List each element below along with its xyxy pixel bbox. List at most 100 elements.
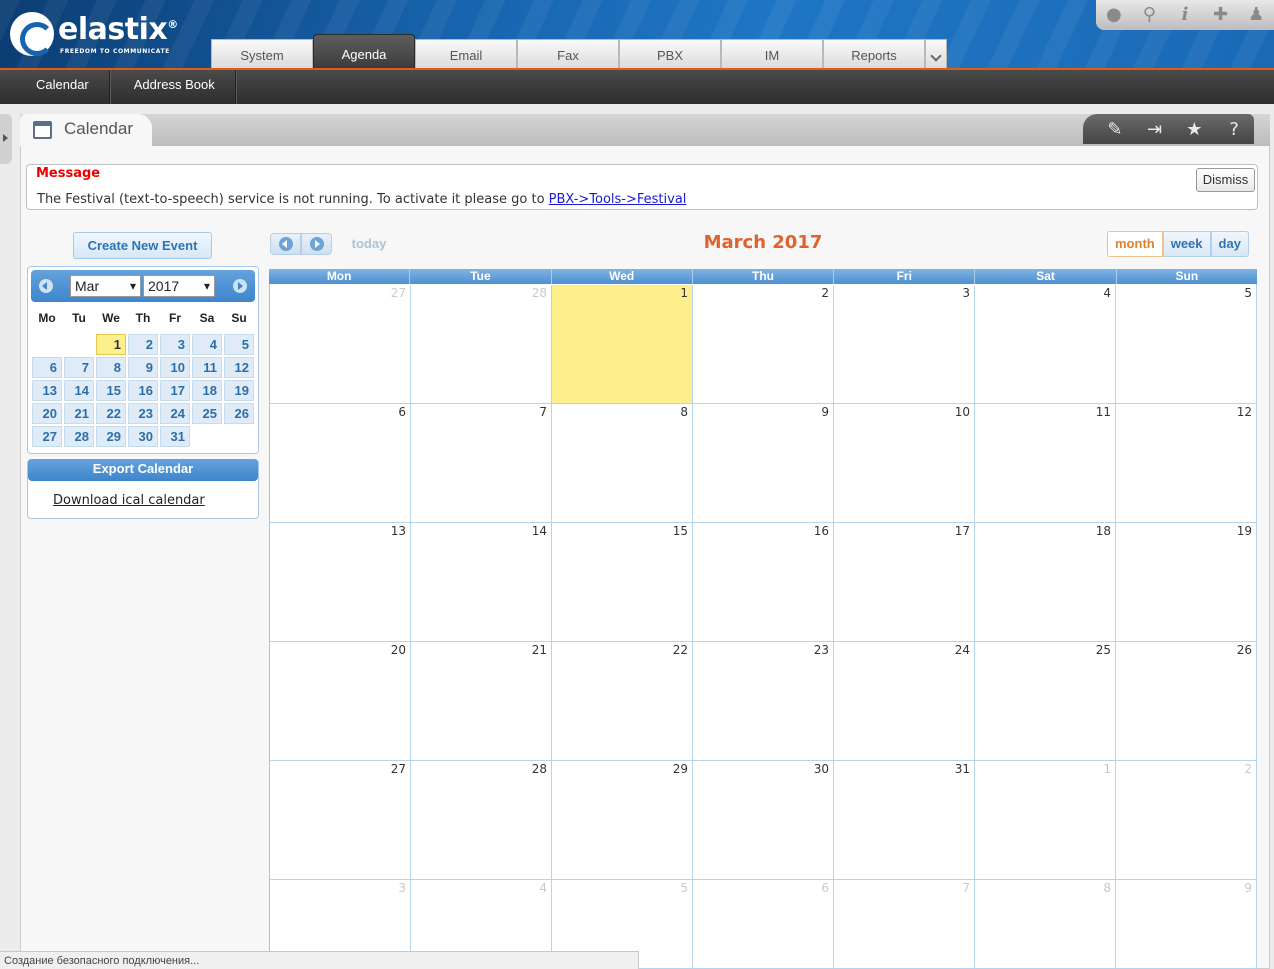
download-ical-link[interactable]: Download ical calendar: [53, 493, 205, 508]
mini-calendar-day[interactable]: 30: [128, 426, 158, 447]
mini-next-month-icon[interactable]: [233, 279, 247, 293]
calendar-day-cell[interactable]: 3: [834, 285, 975, 404]
calendar-day-cell[interactable]: 31: [834, 761, 975, 880]
mini-calendar-day[interactable]: 5: [224, 334, 254, 355]
calendar-day-cell[interactable]: 24: [834, 642, 975, 761]
mini-calendar-day[interactable]: 4: [192, 334, 222, 355]
mini-calendar-day[interactable]: 31: [160, 426, 190, 447]
calendar-day-cell[interactable]: 5: [1116, 285, 1257, 404]
tab-agenda[interactable]: Agenda: [313, 34, 415, 70]
year-select[interactable]: 2017: [143, 275, 215, 297]
mini-calendar-day[interactable]: 17: [160, 380, 190, 401]
calendar-day-cell[interactable]: 23: [693, 642, 834, 761]
mini-calendar-day[interactable]: 10: [160, 357, 190, 378]
mini-calendar-day[interactable]: 18: [192, 380, 222, 401]
create-new-event-button[interactable]: Create New Event: [73, 232, 212, 259]
user-icon[interactable]: ♟: [1243, 2, 1269, 28]
mini-calendar-day[interactable]: 8: [96, 357, 126, 378]
mini-calendar-day[interactable]: 26: [224, 403, 254, 424]
mini-calendar-day[interactable]: 22: [96, 403, 126, 424]
mini-calendar-day[interactable]: 7: [64, 357, 94, 378]
mini-calendar-day[interactable]: 13: [32, 380, 62, 401]
tools-icon[interactable]: ✚: [1208, 2, 1234, 28]
tabs-more-dropdown[interactable]: [925, 39, 947, 70]
help-icon[interactable]: ?: [1221, 119, 1247, 140]
calendar-day-cell[interactable]: 29: [552, 761, 693, 880]
mini-calendar-day[interactable]: 6: [32, 357, 62, 378]
month-select[interactable]: Mar: [70, 275, 141, 297]
mini-calendar-day[interactable]: 29: [96, 426, 126, 447]
calendar-day-cell[interactable]: 27: [270, 761, 411, 880]
mini-calendar-day[interactable]: 24: [160, 403, 190, 424]
calendar-day-cell[interactable]: 1: [975, 761, 1116, 880]
calendar-day-cell[interactable]: 25: [975, 642, 1116, 761]
next-month-button[interactable]: [301, 233, 332, 255]
calendar-day-cell[interactable]: 30: [693, 761, 834, 880]
calendar-day-cell[interactable]: 14: [411, 523, 552, 642]
calendar-day-cell[interactable]: 28: [411, 285, 552, 404]
submenu-address-book[interactable]: Address Book: [110, 70, 236, 104]
mini-calendar-day[interactable]: 15: [96, 380, 126, 401]
calendar-day-cell[interactable]: 18: [975, 523, 1116, 642]
tab-pbx[interactable]: PBX: [619, 39, 721, 70]
view-month-button[interactable]: month: [1107, 231, 1163, 257]
mini-calendar-day[interactable]: 25: [192, 403, 222, 424]
mini-calendar-day[interactable]: 11: [192, 357, 222, 378]
edit-icon[interactable]: ✎: [1102, 119, 1128, 140]
calendar-day-cell[interactable]: 26: [1116, 642, 1257, 761]
prev-month-button[interactable]: [270, 233, 301, 255]
calendar-day-cell[interactable]: 20: [270, 642, 411, 761]
calendar-day-cell[interactable]: 22: [552, 642, 693, 761]
sidebar-toggle[interactable]: [0, 114, 12, 164]
mini-calendar-day[interactable]: 9: [128, 357, 158, 378]
calendar-day-cell[interactable]: 19: [1116, 523, 1257, 642]
search-icon[interactable]: ⚲: [1136, 2, 1162, 28]
festival-link[interactable]: PBX->Tools->Festival: [549, 192, 687, 207]
calendar-day-cell[interactable]: 2: [1116, 761, 1257, 880]
view-day-button[interactable]: day: [1210, 231, 1249, 257]
mini-calendar-day[interactable]: 12: [224, 357, 254, 378]
calendar-day-cell[interactable]: 11: [975, 404, 1116, 523]
calendar-day-cell[interactable]: 27: [270, 285, 411, 404]
calendar-day-cell[interactable]: 10: [834, 404, 975, 523]
mini-calendar-day[interactable]: 1: [96, 334, 126, 355]
mini-calendar-day[interactable]: 20: [32, 403, 62, 424]
star-icon[interactable]: ★: [1181, 119, 1207, 140]
mini-calendar-day[interactable]: 19: [224, 380, 254, 401]
calendar-day-cell[interactable]: 8: [975, 880, 1116, 969]
drop-icon[interactable]: ●: [1101, 2, 1127, 28]
mini-calendar-day[interactable]: 2: [128, 334, 158, 355]
elastix-logo[interactable]: elastix® FREEDOM TO COMMUNICATE: [10, 10, 210, 62]
calendar-day-cell[interactable]: 6: [693, 880, 834, 969]
info-icon[interactable]: i: [1172, 2, 1198, 28]
calendar-day-cell[interactable]: 9: [1116, 880, 1257, 969]
mini-calendar-day[interactable]: 16: [128, 380, 158, 401]
mini-calendar-day[interactable]: 3: [160, 334, 190, 355]
tab-email[interactable]: Email: [415, 39, 517, 70]
dismiss-button[interactable]: Dismiss: [1196, 168, 1255, 192]
tab-reports[interactable]: Reports: [823, 39, 925, 70]
submenu-calendar[interactable]: Calendar: [0, 70, 110, 104]
calendar-day-cell[interactable]: 7: [411, 404, 552, 523]
tab-system[interactable]: System: [211, 39, 313, 70]
calendar-day-cell[interactable]: 17: [834, 523, 975, 642]
calendar-day-cell[interactable]: 16: [693, 523, 834, 642]
calendar-day-cell[interactable]: 2: [693, 285, 834, 404]
calendar-day-cell[interactable]: 28: [411, 761, 552, 880]
logout-icon[interactable]: ⇥: [1142, 119, 1168, 140]
mini-calendar-day[interactable]: 28: [64, 426, 94, 447]
mini-calendar-day[interactable]: 21: [64, 403, 94, 424]
calendar-day-cell[interactable]: 13: [270, 523, 411, 642]
mini-calendar-day[interactable]: 14: [64, 380, 94, 401]
calendar-day-cell[interactable]: 8: [552, 404, 693, 523]
calendar-day-cell[interactable]: 9: [693, 404, 834, 523]
tab-im[interactable]: IM: [721, 39, 823, 70]
today-button[interactable]: today: [341, 233, 397, 255]
mini-prev-month-icon[interactable]: [39, 279, 53, 293]
calendar-day-cell[interactable]: 12: [1116, 404, 1257, 523]
calendar-day-cell[interactable]: 6: [270, 404, 411, 523]
mini-calendar-day[interactable]: 27: [32, 426, 62, 447]
calendar-day-cell[interactable]: 15: [552, 523, 693, 642]
calendar-day-cell[interactable]: 7: [834, 880, 975, 969]
calendar-day-cell[interactable]: 21: [411, 642, 552, 761]
